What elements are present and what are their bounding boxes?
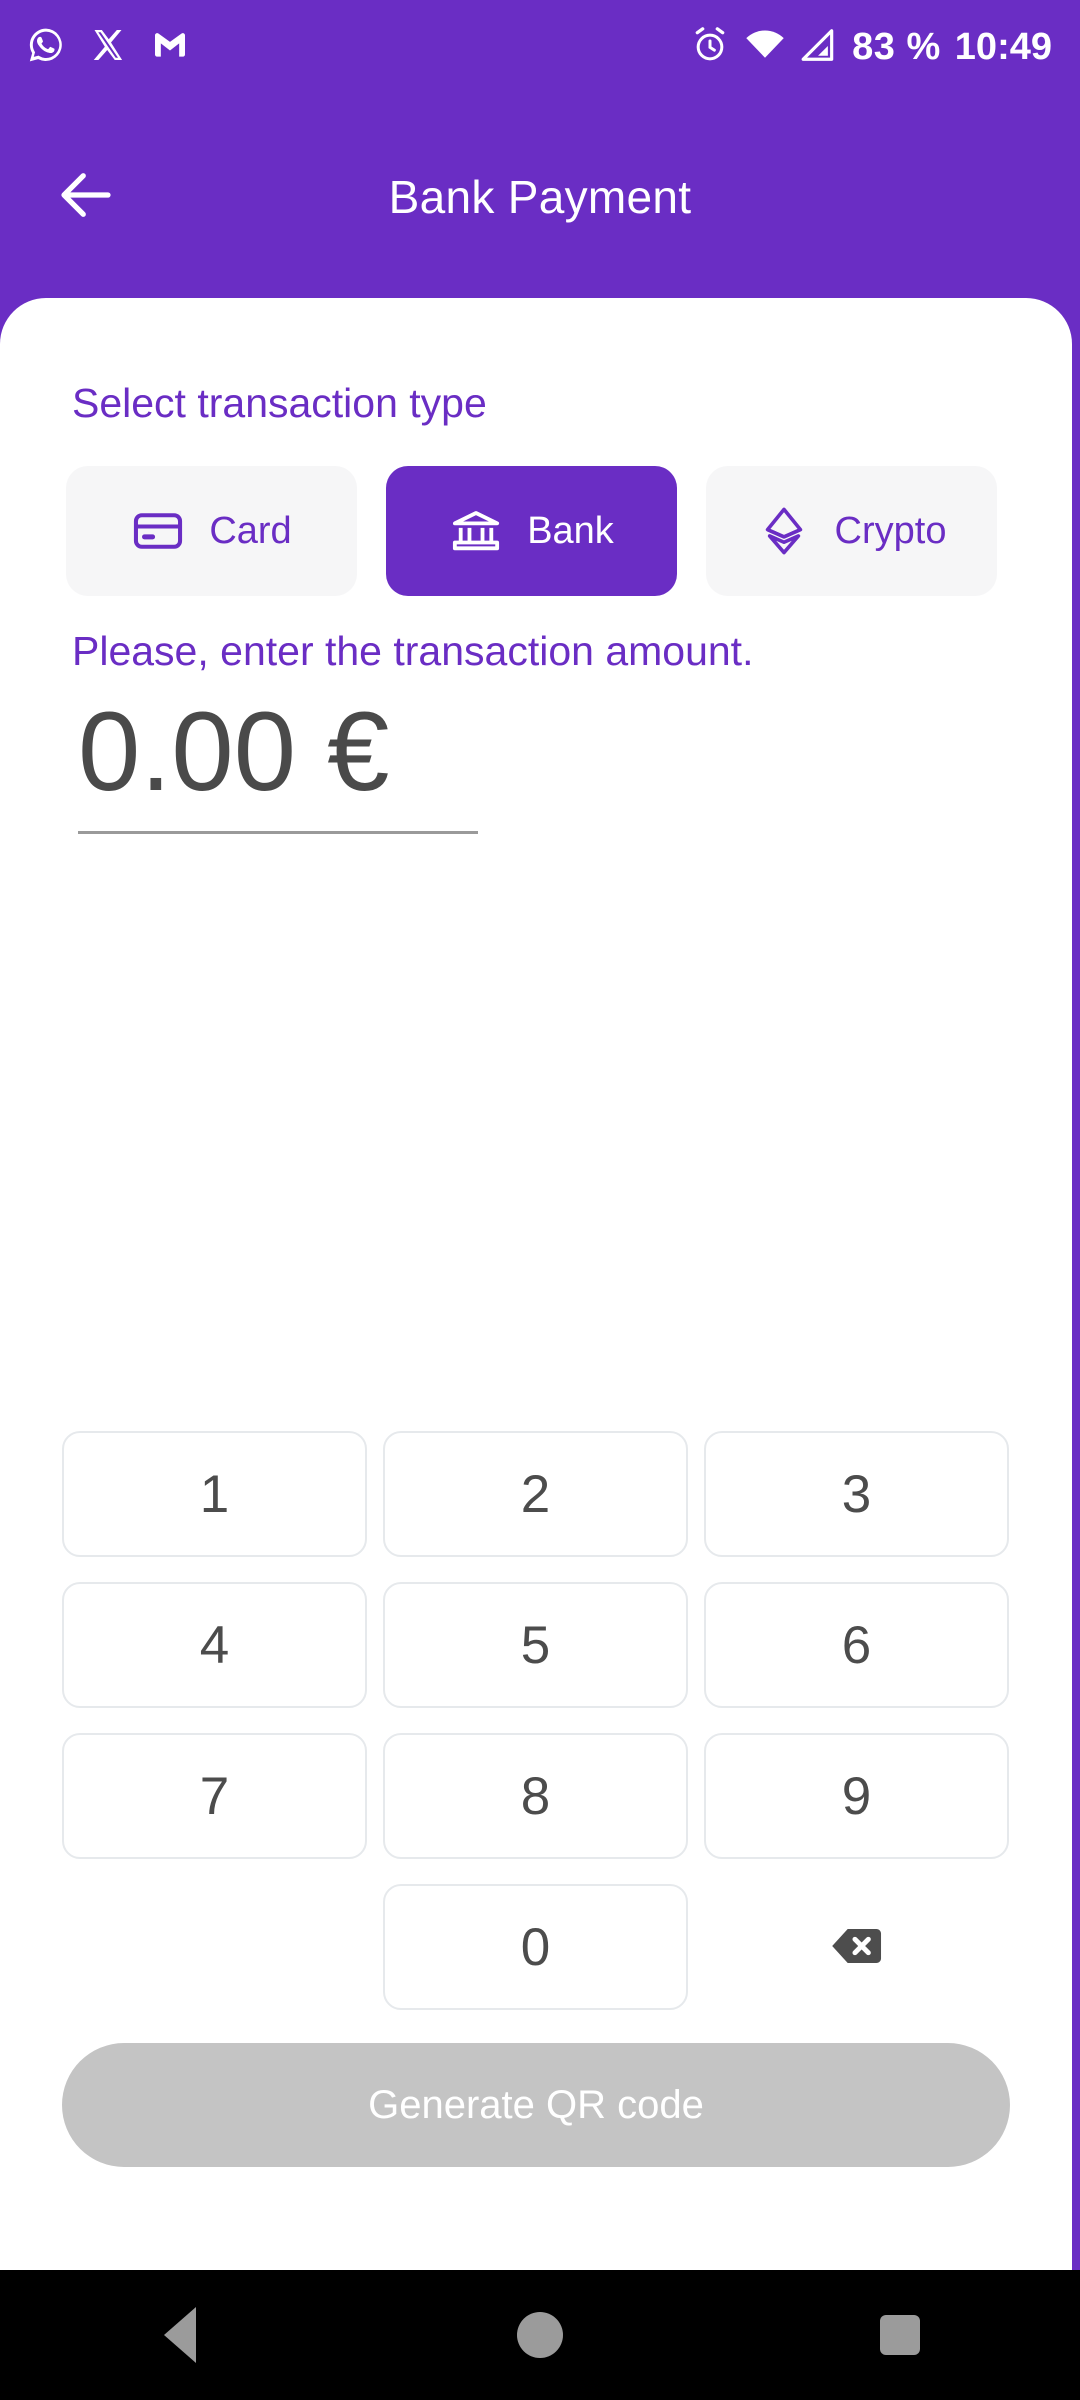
amount-input-field[interactable]: 0.00 € <box>78 689 478 835</box>
generate-qr-code-button[interactable]: Generate QR code <box>62 2043 1010 2167</box>
key-7[interactable]: 7 <box>62 1733 367 1859</box>
key-8[interactable]: 8 <box>383 1733 688 1859</box>
whatsapp-icon <box>26 25 66 70</box>
content-sheet: Select transaction type Card Bank Crypto… <box>0 298 1072 2270</box>
nav-home-button[interactable] <box>480 2270 600 2400</box>
transaction-type-crypto-label: Crypto <box>834 510 947 552</box>
transaction-type-bank-label: Bank <box>527 510 614 552</box>
alarm-clock-icon <box>690 25 730 70</box>
key-9[interactable]: 9 <box>704 1733 1009 1859</box>
key-2[interactable]: 2 <box>383 1431 688 1557</box>
keypad-spacer <box>62 1884 367 2010</box>
backspace-button[interactable] <box>704 1884 1009 2010</box>
key-5[interactable]: 5 <box>383 1582 688 1708</box>
status-bar-system: 83 % 10:49 <box>690 24 1052 71</box>
ethereum-icon <box>757 504 811 558</box>
transaction-type-bank[interactable]: Bank <box>386 466 677 596</box>
back-button[interactable] <box>44 155 128 239</box>
wifi-icon <box>744 24 786 71</box>
app-bar: Bank Payment <box>0 94 1080 300</box>
status-bar-notifications <box>26 25 190 70</box>
key-3[interactable]: 3 <box>704 1431 1009 1557</box>
select-transaction-type-label: Select transaction type <box>72 380 487 426</box>
nav-back-icon <box>164 2307 196 2363</box>
key-4[interactable]: 4 <box>62 1582 367 1708</box>
phone-screen: 83 % 10:49 Bank Payment Select transacti… <box>0 0 1080 2400</box>
amount-prompt-label: Please, enter the transaction amount. <box>72 628 754 674</box>
nav-home-icon <box>517 2312 563 2358</box>
battery-percentage: 83 % <box>852 26 941 68</box>
transaction-type-card[interactable]: Card <box>66 466 357 596</box>
page-title: Bank Payment <box>388 171 692 223</box>
transaction-type-selector: Card Bank Crypto <box>66 466 997 596</box>
nav-recents-icon <box>880 2315 920 2355</box>
android-navigation-bar <box>0 2270 1080 2400</box>
credit-card-icon <box>131 504 185 558</box>
numeric-keypad: 1 2 3 4 5 6 7 8 9 0 <box>62 1431 1010 2010</box>
key-6[interactable]: 6 <box>704 1582 1009 1708</box>
gmail-icon <box>150 25 190 70</box>
amount-value: 0.00 € <box>78 689 390 814</box>
backspace-icon <box>826 1915 888 1980</box>
status-bar: 83 % 10:49 <box>0 0 1080 94</box>
cellular-signal-icon <box>800 26 838 69</box>
transaction-type-crypto[interactable]: Crypto <box>706 466 997 596</box>
x-twitter-icon <box>90 27 126 68</box>
arrow-left-icon <box>53 162 119 233</box>
nav-back-button[interactable] <box>120 2270 240 2400</box>
key-1[interactable]: 1 <box>62 1431 367 1557</box>
bank-icon <box>449 504 503 558</box>
transaction-type-card-label: Card <box>209 510 292 552</box>
nav-recents-button[interactable] <box>840 2270 960 2400</box>
status-bar-clock: 10:49 <box>954 26 1052 68</box>
key-0[interactable]: 0 <box>383 1884 688 2010</box>
